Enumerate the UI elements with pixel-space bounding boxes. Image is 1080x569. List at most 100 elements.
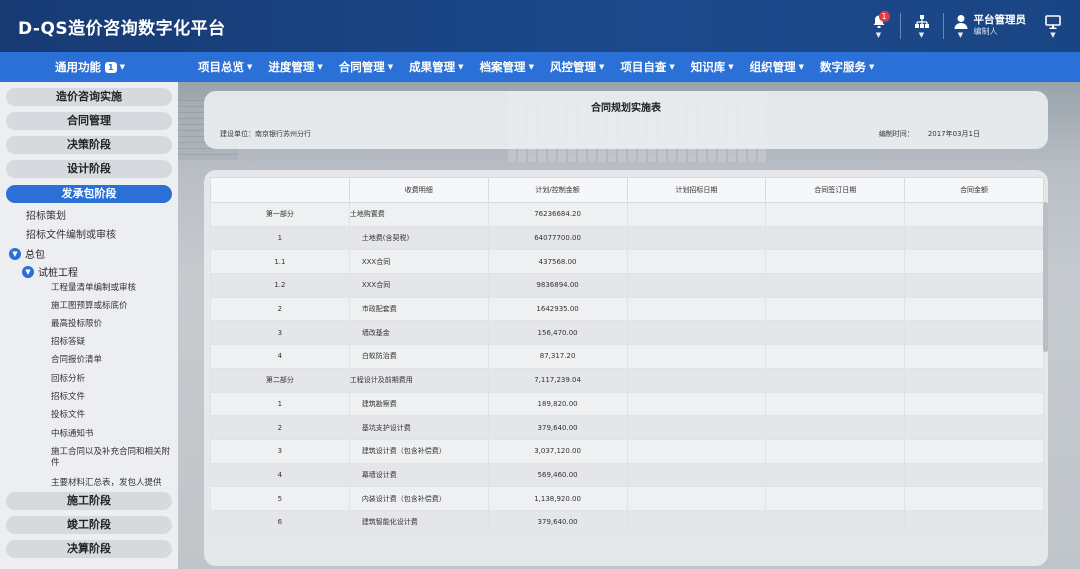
sidebar-group[interactable]: 决算阶段 xyxy=(6,540,172,558)
contract-amount[interactable] xyxy=(904,438,1044,464)
contract-amount[interactable] xyxy=(904,225,1044,251)
contract-sign-date[interactable] xyxy=(765,415,906,440)
contract-sign-date[interactable] xyxy=(765,320,906,346)
contract-sign-date[interactable] xyxy=(765,225,906,251)
table-row: 1.2 XXX合同 9836894.00 xyxy=(210,273,1044,298)
contract-amount[interactable] xyxy=(904,273,1044,298)
nav-item[interactable]: 合同管理 ▼ xyxy=(331,59,401,75)
contract-amount[interactable] xyxy=(904,391,1044,417)
nav-item-label: 风控管理 xyxy=(549,60,596,74)
contract-sign-date[interactable] xyxy=(765,273,906,298)
planned-bid-date[interactable] xyxy=(626,438,767,464)
planned-bid-date[interactable] xyxy=(626,320,767,346)
table-scrollbar[interactable] xyxy=(1043,202,1048,352)
sidebar-tree-node[interactable]: ▼ 总包 xyxy=(9,246,45,261)
sidebar-item[interactable]: 招标答疑 xyxy=(51,337,85,348)
sidebar-group[interactable]: 设计阶段 xyxy=(6,160,172,178)
nav-item[interactable]: 项目总览 ▼ xyxy=(190,59,260,75)
chevron-down-icon[interactable]: ▼ xyxy=(9,247,21,260)
planned-bid-date[interactable] xyxy=(626,367,767,393)
planned-bid-date[interactable] xyxy=(626,509,767,535)
sidebar-group[interactable]: 施工阶段 xyxy=(6,492,172,510)
contract-amount[interactable] xyxy=(904,320,1044,346)
planned-bid-date[interactable] xyxy=(626,296,767,322)
org-structure-button[interactable]: ▼ xyxy=(905,8,939,44)
nav-item[interactable]: 数字服务 ▼ xyxy=(812,59,882,75)
sidebar-item[interactable]: 招标文件编制或审核 xyxy=(26,226,116,241)
chevron-down-icon: ▼ xyxy=(598,63,605,71)
contract-sign-date[interactable] xyxy=(765,367,906,393)
sidebar-group[interactable]: 竣工阶段 xyxy=(6,516,172,534)
nav-item[interactable]: 进度管理 ▼ xyxy=(260,59,330,75)
sidebar-item[interactable]: 中标通知书 xyxy=(51,429,94,440)
contract-amount[interactable] xyxy=(904,415,1044,440)
sidebar-group-active[interactable]: 发承包阶段 xyxy=(6,185,172,203)
nav-common-functions[interactable]: 通用功能 1 ▼ xyxy=(0,52,180,82)
sidebar-item[interactable]: 招标策划 xyxy=(26,207,66,222)
contract-sign-date[interactable] xyxy=(765,391,906,417)
contract-amount[interactable] xyxy=(904,462,1044,488)
column-header: 合同金额 xyxy=(904,177,1044,203)
planned-bid-date[interactable] xyxy=(626,344,767,369)
contract-amount[interactable] xyxy=(904,202,1044,227)
sidebar-tree-node[interactable]: ▼ 试桩工程 xyxy=(22,264,78,279)
sidebar-item[interactable]: 招标文件 xyxy=(51,392,85,403)
sidebar-item[interactable]: 合同报价清单 xyxy=(51,355,102,366)
contract-sign-date[interactable] xyxy=(765,202,906,227)
fee-item-name: 建筑设计费（包含补偿费） xyxy=(348,438,489,464)
planned-bid-date[interactable] xyxy=(626,486,767,511)
planned-bid-date[interactable] xyxy=(626,415,767,440)
screen-button[interactable]: ▼ xyxy=(1036,8,1070,44)
sidebar-item[interactable]: 主要材料汇总表，发包人提供 xyxy=(51,478,162,489)
contract-amount[interactable] xyxy=(904,367,1044,393)
planned-bid-date[interactable] xyxy=(626,462,767,488)
sidebar-item[interactable]: 施工图预算或标底价 xyxy=(51,301,128,312)
planned-bid-date[interactable] xyxy=(626,225,767,251)
nav-item-label: 成果管理 xyxy=(409,60,456,74)
contract-sign-date[interactable] xyxy=(765,462,906,488)
planned-amount: 3,037,120.00 xyxy=(487,438,628,464)
fee-item-name: 建筑勘察费 xyxy=(348,391,489,417)
planned-amount: 189,820.00 xyxy=(487,391,628,417)
table-row: 4 白蚁防治费 87,317.20 xyxy=(210,344,1044,369)
sidebar-group[interactable]: 造价咨询实施 xyxy=(6,88,172,106)
sidebar-group[interactable]: 合同管理 xyxy=(6,112,172,130)
planned-bid-date[interactable] xyxy=(626,249,767,275)
nav-item[interactable]: 知识库 ▼ xyxy=(683,59,742,75)
chevron-down-icon: ▼ xyxy=(669,63,675,71)
planned-bid-date[interactable] xyxy=(626,391,767,417)
fee-item-name: 基坑支护设计费 xyxy=(348,415,489,440)
nav-item[interactable]: 档案管理 ▼ xyxy=(472,59,542,75)
chevron-down-icon[interactable]: ▼ xyxy=(22,265,34,278)
contract-sign-date[interactable] xyxy=(765,438,906,464)
contract-amount[interactable] xyxy=(904,296,1044,322)
contract-sign-date[interactable] xyxy=(765,486,906,511)
sidebar-item[interactable]: 工程量清单编制或审核 xyxy=(51,283,136,294)
nav-item[interactable]: 风控管理 ▼ xyxy=(542,59,612,75)
nav-item[interactable]: 成果管理 ▼ xyxy=(401,59,471,75)
contract-amount[interactable] xyxy=(904,249,1044,275)
chevron-down-icon: ▼ xyxy=(728,63,734,71)
contract-amount[interactable] xyxy=(904,486,1044,511)
nav-item[interactable]: 项目自查 ▼ xyxy=(612,59,682,75)
planned-amount: 1,138,920.00 xyxy=(487,486,628,511)
contract-sign-date[interactable] xyxy=(765,296,906,322)
nav-item[interactable]: 组织管理 ▼ xyxy=(742,59,812,75)
sidebar-item[interactable]: 施工合同以及补充合同和相关附件 xyxy=(51,447,173,469)
chevron-down-icon: ▼ xyxy=(458,63,464,71)
contract-sign-date[interactable] xyxy=(765,509,906,535)
sidebar-item[interactable]: 最高投标限价 xyxy=(51,319,102,330)
sidebar-item[interactable]: 投标文件 xyxy=(51,410,85,421)
contract-amount[interactable] xyxy=(904,344,1044,369)
contract-sign-date[interactable] xyxy=(765,249,906,275)
contract-sign-date[interactable] xyxy=(765,344,906,369)
sidebar-group[interactable]: 决策阶段 xyxy=(6,136,172,154)
planned-bid-date[interactable] xyxy=(626,202,767,227)
contract-amount[interactable] xyxy=(904,509,1044,535)
sidebar-item[interactable]: 回标分析 xyxy=(51,374,85,385)
notification-button[interactable]: 1 ▼ xyxy=(862,8,896,44)
column-header xyxy=(210,177,350,203)
header-actions: 1 ▼ ▼ ▼ 平台管理员 编制人 ▼ xyxy=(862,8,1071,44)
planned-bid-date[interactable] xyxy=(626,273,767,298)
user-menu[interactable]: ▼ 平台管理员 编制人 xyxy=(948,8,1037,44)
